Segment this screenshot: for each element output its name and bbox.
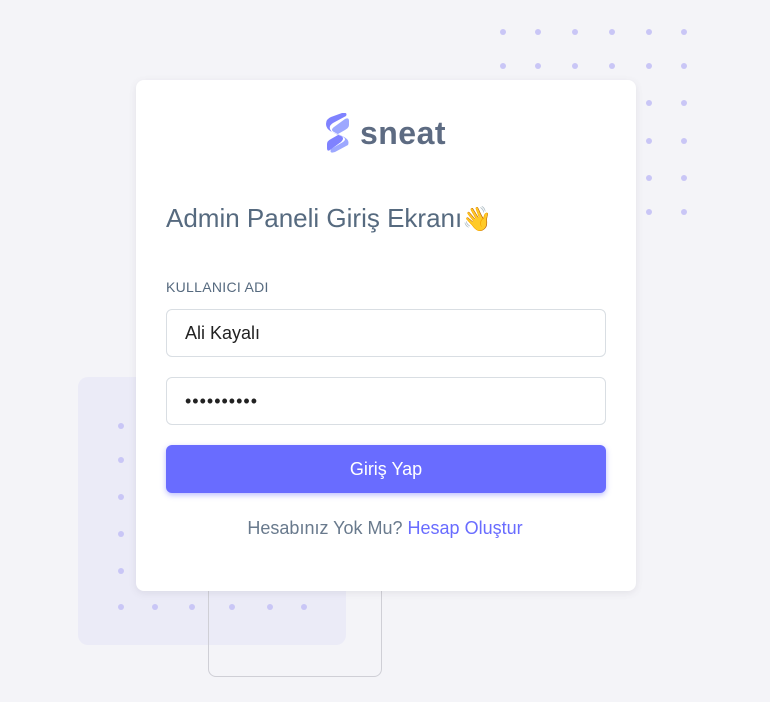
decorative-dot bbox=[189, 604, 195, 610]
decorative-dot bbox=[535, 63, 541, 69]
decorative-dot bbox=[609, 63, 615, 69]
decorative-dot bbox=[572, 29, 578, 35]
decorative-dot bbox=[229, 604, 235, 610]
login-button[interactable]: Giriş Yap bbox=[166, 445, 606, 493]
sneat-logo-icon bbox=[325, 113, 349, 153]
signup-prompt: Hesabınız Yok Mu? Hesap Oluştur bbox=[0, 518, 770, 539]
page-title: Admin Paneli Giriş Ekranı👋 bbox=[166, 203, 492, 234]
decorative-dot bbox=[572, 63, 578, 69]
username-input[interactable] bbox=[166, 309, 606, 357]
decorative-dot bbox=[118, 423, 124, 429]
decorative-dot bbox=[646, 209, 652, 215]
decorative-dot bbox=[152, 604, 158, 610]
decorative-dot bbox=[118, 604, 124, 610]
decorative-dot bbox=[118, 568, 124, 574]
decorative-dot bbox=[681, 209, 687, 215]
decorative-dot bbox=[681, 63, 687, 69]
decorative-dot bbox=[535, 29, 541, 35]
decorative-dot bbox=[267, 604, 273, 610]
page-title-text: Admin Paneli Giriş Ekranı bbox=[166, 203, 463, 233]
decorative-dot bbox=[500, 63, 506, 69]
decorative-dot bbox=[118, 457, 124, 463]
decorative-dot bbox=[681, 29, 687, 35]
decorative-dot bbox=[500, 29, 506, 35]
decorative-dot bbox=[646, 100, 652, 106]
decorative-dot bbox=[609, 29, 615, 35]
decorative-dot bbox=[646, 29, 652, 35]
decorative-dot bbox=[681, 100, 687, 106]
no-account-text: Hesabınız Yok Mu? bbox=[247, 518, 403, 538]
decorative-dot bbox=[646, 63, 652, 69]
password-input[interactable] bbox=[166, 377, 606, 425]
brand-name: sneat bbox=[359, 114, 447, 151]
decorative-dot bbox=[646, 175, 652, 181]
brand-logo: sneat bbox=[0, 113, 770, 153]
decorative-dot bbox=[118, 494, 124, 500]
username-label: KULLANICI ADI bbox=[166, 279, 269, 295]
waving-hand-icon: 👋 bbox=[462, 206, 493, 233]
decorative-dot bbox=[301, 604, 307, 610]
decorative-dot bbox=[681, 175, 687, 181]
create-account-link[interactable]: Hesap Oluştur bbox=[408, 518, 523, 538]
